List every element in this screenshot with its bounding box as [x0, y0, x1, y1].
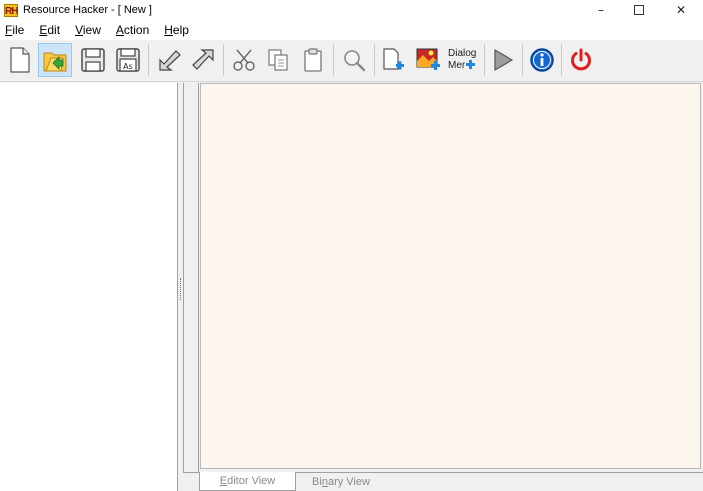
info-icon — [530, 48, 554, 72]
exit-button[interactable] — [564, 43, 598, 77]
add-image-resource-button[interactable] — [412, 43, 446, 77]
svg-text:As: As — [123, 62, 133, 71]
dialog-merge-icon: Dialog Mer — [448, 48, 476, 71]
run-script-button[interactable] — [486, 43, 520, 77]
add-image-resource-icon — [416, 48, 440, 70]
menu-view[interactable]: View — [73, 23, 103, 37]
toolbar-separator — [374, 44, 375, 76]
play-icon — [494, 48, 514, 72]
maximize-icon — [634, 5, 644, 15]
line-number-gutter — [184, 83, 199, 472]
app-logo-icon: RH — [4, 3, 18, 17]
toolbar-separator — [561, 44, 562, 76]
add-resource-button[interactable] — [377, 43, 411, 77]
toolbar-separator — [333, 44, 334, 76]
paste-clipboard-icon — [304, 48, 322, 72]
toolbar-separator — [484, 44, 485, 76]
toolbar-separator — [223, 44, 224, 76]
find-button[interactable] — [337, 43, 371, 77]
menu-action[interactable]: Action — [114, 23, 151, 37]
scissors-icon — [233, 49, 255, 71]
save-button[interactable] — [76, 43, 110, 77]
svg-text:Mer: Mer — [448, 60, 466, 71]
svg-text:Dialog: Dialog — [448, 48, 476, 59]
menu-bar: File Edit View Action Help — [0, 20, 703, 40]
title-bar: RH Resource Hacker - [ New ] – ✕ — [0, 0, 703, 20]
close-icon: ✕ — [675, 3, 687, 17]
minimize-icon: – — [598, 3, 604, 17]
paste-button[interactable] — [296, 43, 330, 77]
new-file-icon — [10, 47, 30, 73]
cut-button[interactable] — [227, 43, 261, 77]
open-folder-icon — [43, 52, 67, 72]
toolbar: As Dialog Mer — [0, 40, 703, 82]
toolbar-separator — [522, 44, 523, 76]
tab-binary-view[interactable]: Bi n ary View — [296, 472, 386, 491]
new-file-button[interactable] — [3, 43, 37, 77]
close-button[interactable]: ✕ — [662, 0, 700, 20]
save-as-icon: As — [116, 48, 140, 72]
dialog-merge-button[interactable]: Dialog Mer — [446, 43, 480, 77]
copy-icon — [268, 49, 288, 71]
about-button[interactable] — [525, 43, 559, 77]
script-editor[interactable] — [200, 83, 701, 469]
save-icon — [81, 48, 105, 72]
window-title: Resource Hacker - [ New ] — [23, 4, 152, 16]
open-button[interactable] — [38, 43, 72, 77]
search-icon — [344, 50, 366, 72]
minimize-button[interactable]: – — [582, 0, 620, 20]
save-as-button[interactable]: As — [111, 43, 145, 77]
extract-button[interactable] — [186, 43, 220, 77]
maximize-button[interactable] — [620, 0, 658, 20]
toolbar-separator — [148, 44, 149, 76]
tab-editor-view[interactable]: Editor View — [199, 472, 296, 491]
copy-button[interactable] — [261, 43, 295, 77]
resource-tree-panel[interactable] — [0, 83, 178, 491]
menu-file[interactable]: File — [3, 23, 26, 37]
compile-button[interactable] — [153, 43, 187, 77]
menu-help[interactable]: Help — [162, 23, 191, 37]
add-resource-icon — [383, 48, 404, 70]
extract-arrow-icon — [192, 49, 214, 70]
menu-edit[interactable]: Edit — [37, 23, 62, 37]
power-icon — [571, 48, 591, 71]
compile-arrow-icon — [159, 50, 181, 71]
resource-hacker-window: RH Resource Hacker - [ New ] – ✕ File Ed… — [0, 0, 703, 491]
splitter-grip-icon — [180, 278, 181, 300]
